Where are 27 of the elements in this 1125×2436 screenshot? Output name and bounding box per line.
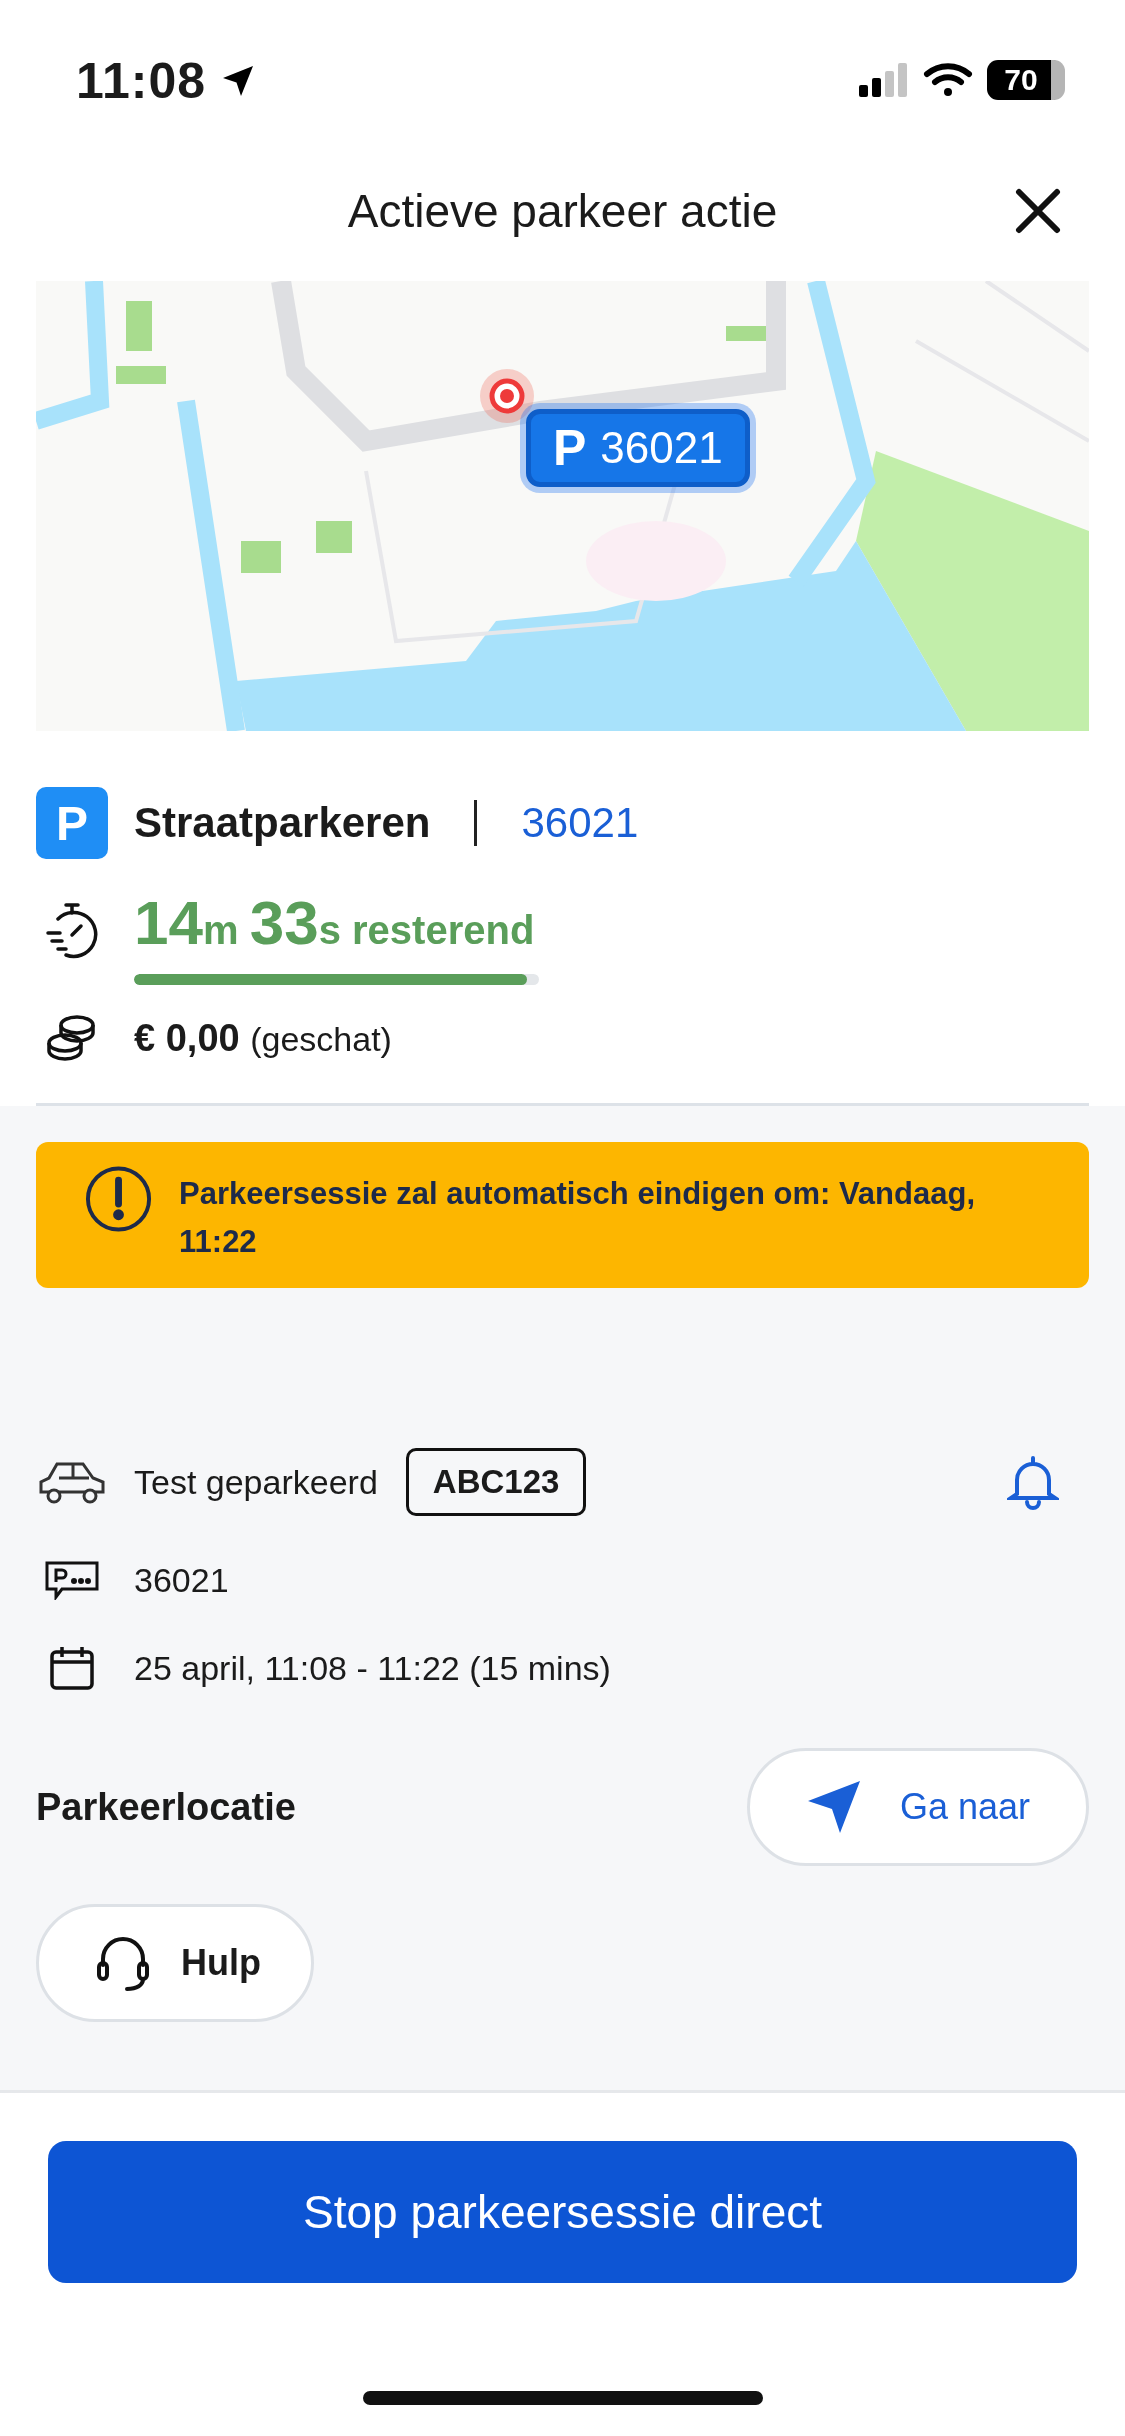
stop-session-button[interactable]: Stop parkeersessie direct — [48, 2141, 1077, 2283]
parking-badge: P — [36, 787, 108, 859]
warning-icon — [84, 1164, 154, 1234]
detail-text: Test geparkeerd — [134, 1462, 378, 1502]
time-remaining: 14m 33s resterend — [134, 887, 536, 958]
detail-text: 25 april, 11:08 - 11:22 (15 mins) — [134, 1648, 611, 1688]
estimated-cost: € 0,00 (geschat) — [134, 1016, 392, 1060]
parking-type: Straatparkeren — [134, 799, 431, 847]
signal-icon — [859, 63, 909, 97]
bell-icon[interactable] — [1007, 1454, 1059, 1511]
wifi-icon — [923, 62, 973, 98]
parking-marker[interactable]: P 36021 — [526, 409, 750, 487]
detail-text: 36021 — [134, 1560, 229, 1600]
car-icon — [37, 1460, 107, 1505]
parking-sign-icon — [44, 1560, 100, 1601]
calendar-icon — [48, 1644, 96, 1693]
status-time: 11:08 — [76, 52, 207, 110]
warning-text: Parkeersessie zal automatisch eindigen om: Vandaag, 11:22 — [179, 1175, 976, 1262]
help-button[interactable]: Hulp — [36, 1904, 314, 2023]
battery-indicator: 70 — [987, 60, 1065, 100]
screen-title: Actieve parkeer actie — [347, 183, 778, 238]
stopwatch-icon — [44, 901, 100, 959]
location-pin-icon — [479, 368, 535, 424]
zone-link[interactable]: 36021 — [521, 799, 639, 847]
license-plate: ABC123 — [405, 1448, 587, 1517]
section-heading: Parkeerlocatie — [36, 1785, 296, 1829]
navigate-button[interactable]: Ga naar — [746, 1748, 1089, 1867]
